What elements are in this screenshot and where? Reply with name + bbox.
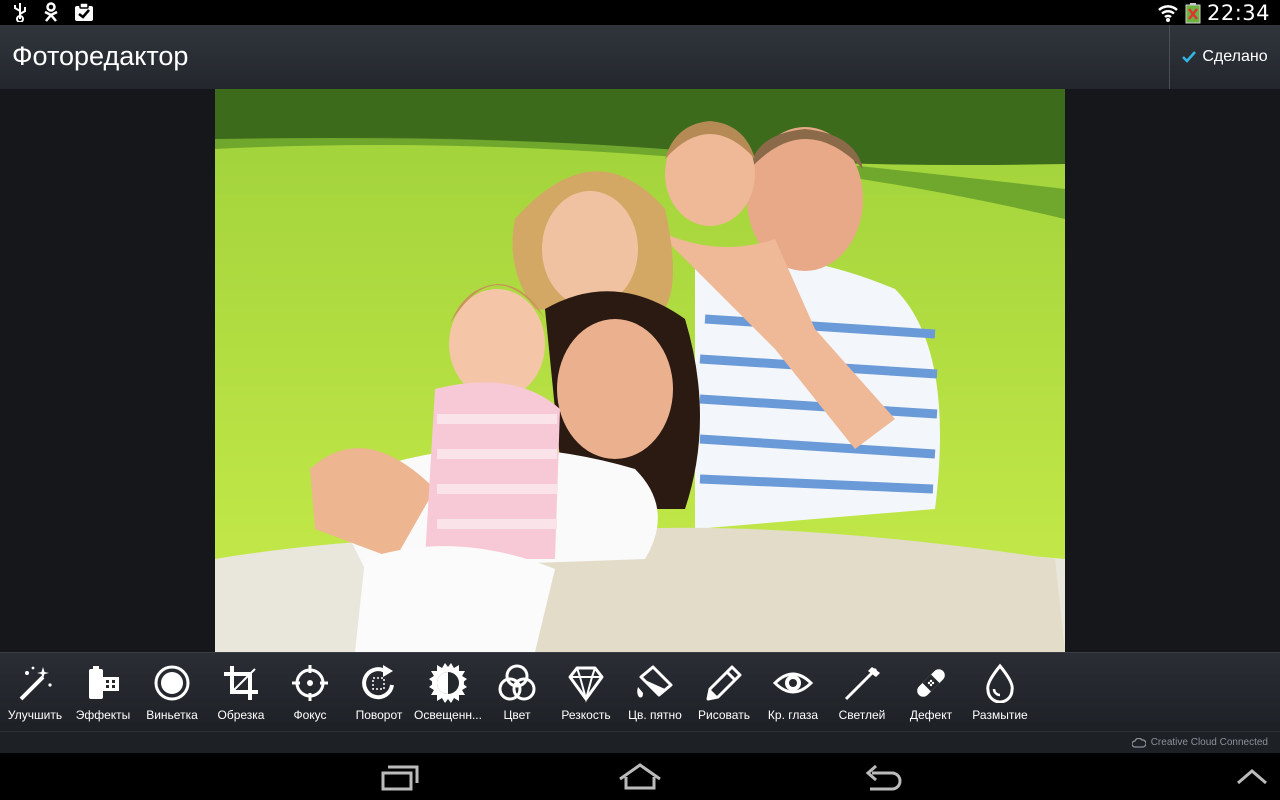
tool-label: Освещенн... (414, 708, 482, 722)
tool-blur[interactable]: Размытие (965, 653, 1035, 732)
eye-icon (773, 672, 813, 694)
system-tray: 22:34 (1157, 0, 1270, 25)
action-bar: Фоторедактор Сделано (0, 25, 1280, 90)
clock: 22:34 (1206, 0, 1270, 25)
tool-red-eye[interactable]: Кр. глаза (758, 653, 828, 732)
tool-label: Цв. пятно (628, 708, 682, 722)
tool-draw[interactable]: Рисовать (689, 653, 759, 732)
family-photo-image (215, 89, 1065, 652)
tool-label: Улучшить (7, 708, 63, 722)
done-label: Сделано (1202, 48, 1268, 65)
color-icon (498, 664, 536, 701)
tool-rotate[interactable]: Поворот (344, 653, 414, 732)
tool-whiten[interactable]: Светлей (827, 653, 897, 732)
paint-bucket-icon (637, 665, 673, 698)
tool-label: Цвет (503, 708, 531, 722)
tool-label: Поворот (355, 708, 403, 722)
notification-icons (12, 2, 94, 22)
tool-label: Обрезка (217, 708, 265, 722)
tool-label: Эффекты (75, 708, 131, 722)
tool-label: Дефект (909, 708, 953, 722)
bandage-icon (917, 669, 945, 697)
creative-cloud-bar: Creative Cloud Connected (0, 731, 1280, 754)
crop-icon (224, 666, 258, 700)
diamond-icon (568, 666, 604, 703)
film-icon (89, 666, 119, 699)
tool-enhance[interactable]: Улучшить (0, 653, 70, 732)
checkmark-icon (1182, 51, 1197, 63)
drop-icon (986, 663, 1014, 703)
whiten-brush-icon (844, 667, 880, 701)
tool-vignette[interactable]: Виньетка (137, 653, 207, 732)
tool-color[interactable]: Цвет (482, 653, 552, 732)
home-icon[interactable] (616, 761, 664, 793)
editor-canvas (0, 89, 1280, 652)
tool-crop[interactable]: Обрезка (206, 653, 276, 732)
recent-apps-icon[interactable] (376, 761, 424, 793)
tool-focus[interactable]: Фокус (275, 653, 345, 732)
odnoklassniki-icon (44, 2, 58, 22)
done-button[interactable]: Сделано (1169, 25, 1280, 89)
cc-status-text: Creative Cloud Connected (1150, 737, 1268, 748)
wifi-icon (1158, 4, 1178, 22)
vignette-icon (154, 665, 190, 701)
tool-label: Размытие (972, 708, 1028, 722)
cc-status: Creative Cloud Connected (1131, 737, 1268, 748)
back-icon[interactable] (858, 761, 906, 793)
pencil-icon (706, 665, 742, 701)
clipboard-check-icon (75, 2, 93, 21)
magic-wand-icon (19, 666, 52, 701)
photo-preview[interactable] (215, 89, 1065, 652)
tool-label: Рисовать (698, 708, 750, 722)
tool-label: Резкость (561, 708, 611, 722)
battery-icon (1185, 2, 1201, 23)
usb-icon (14, 3, 26, 22)
tool-effects[interactable]: Эффекты (68, 653, 138, 732)
rotate-icon (362, 665, 394, 700)
app-title: Фоторедактор (12, 41, 189, 71)
tool-label: Светлей (838, 708, 886, 722)
tool-label: Виньетка (146, 708, 198, 722)
system-navigation-bar (0, 753, 1280, 800)
tool-label: Фокус (293, 708, 327, 722)
tool-brightness[interactable]: Освещенн... (413, 653, 483, 732)
status-bar: 22:34 (0, 0, 1280, 25)
tool-label: Кр. глаза (767, 708, 819, 722)
brightness-icon (429, 663, 467, 703)
creative-cloud-icon (1131, 737, 1146, 748)
tool-sharpness[interactable]: Резкость (551, 653, 621, 732)
focus-icon (292, 665, 328, 701)
tool-color-splash[interactable]: Цв. пятно (620, 653, 690, 732)
menu-up-icon[interactable] (1228, 761, 1276, 793)
edit-tools-toolbar: Улучшить Эффекты Виньетка Обрезка Фокус … (0, 652, 1280, 732)
tool-blemish[interactable]: Дефект (896, 653, 966, 732)
